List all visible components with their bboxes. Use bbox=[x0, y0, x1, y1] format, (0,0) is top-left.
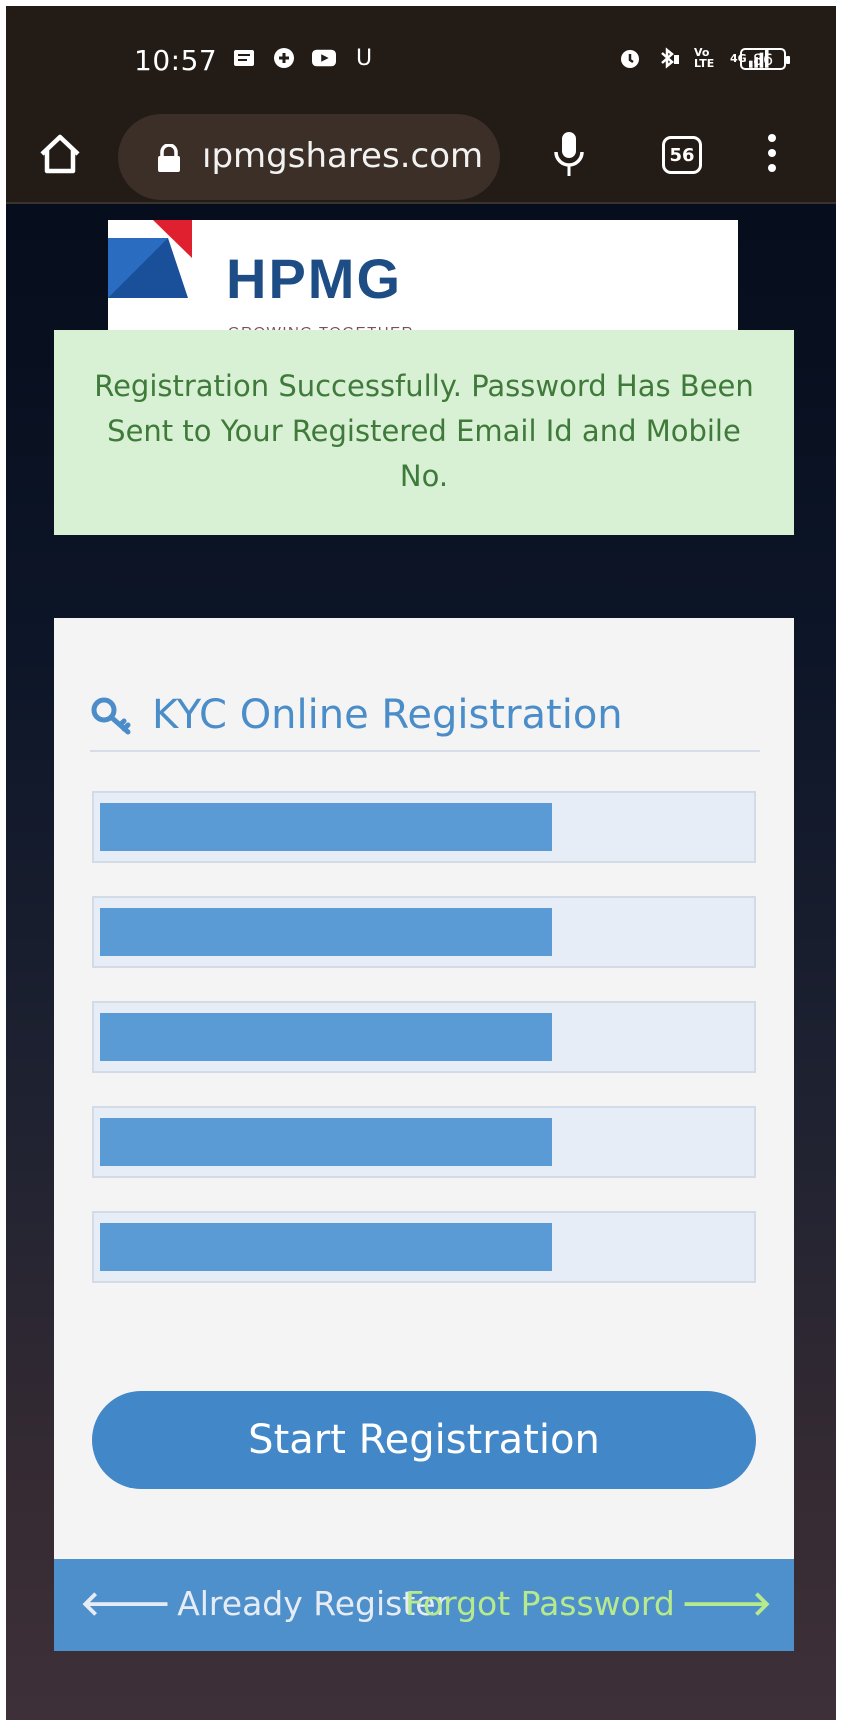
tab-count: 56 bbox=[669, 144, 695, 166]
bluetooth-icon bbox=[656, 46, 680, 70]
notification-icons: U bbox=[232, 45, 376, 71]
arrow-right-icon: 🡒 bbox=[680, 1584, 772, 1624]
field-value-1 bbox=[100, 803, 552, 851]
tab-switcher-button[interactable]: 56 bbox=[662, 136, 702, 174]
form-field-5[interactable] bbox=[92, 1211, 756, 1283]
form-field-3[interactable] bbox=[92, 1001, 756, 1073]
registration-card: KYC Online Registration Start Registrati… bbox=[54, 618, 794, 1559]
card-header: KYC Online Registration bbox=[90, 692, 760, 752]
message-icon bbox=[232, 46, 256, 70]
start-registration-button[interactable]: Start Registration bbox=[92, 1391, 756, 1489]
success-message: Registration Successfully. Password Has … bbox=[94, 369, 754, 493]
forgot-password-label: Forgot Password bbox=[405, 1584, 675, 1623]
u-icon: U bbox=[355, 45, 373, 71]
success-alert: Registration Successfully. Password Has … bbox=[54, 330, 794, 535]
form-field-1[interactable] bbox=[92, 791, 756, 863]
microphone-icon[interactable] bbox=[551, 130, 587, 180]
web-page: HPMG GROWING TOGETHER Registration Succe… bbox=[6, 204, 836, 1720]
field-value-5 bbox=[100, 1223, 552, 1271]
logo-brand-text: HPMG bbox=[226, 247, 402, 310]
browser-toolbar: ıpmgshares.com 56 bbox=[6, 106, 836, 204]
status-time: 10:57 bbox=[134, 44, 218, 77]
form-field-2[interactable] bbox=[92, 896, 756, 968]
key-icon bbox=[91, 697, 131, 735]
card-footer: 🡐 Already Register Forgot Password 🡒 bbox=[54, 1559, 794, 1651]
battery-icon: 86 bbox=[740, 48, 790, 70]
logo-mark-icon bbox=[108, 220, 192, 298]
already-register-link[interactable]: 🡐 Already Register bbox=[80, 1583, 449, 1624]
arrow-left-icon: 🡐 bbox=[80, 1584, 172, 1624]
phone-screen: 10:57 U Vo LTE 4G 86 ıpmgshares.com 56 H… bbox=[6, 6, 836, 1720]
url-text: ıpmgshares.com bbox=[202, 136, 484, 176]
lock-icon bbox=[156, 143, 182, 172]
field-value-3 bbox=[100, 1013, 552, 1061]
more-menu-icon[interactable] bbox=[762, 134, 782, 178]
alarm-icon bbox=[618, 46, 642, 70]
field-value-2 bbox=[100, 908, 552, 956]
field-value-4 bbox=[100, 1118, 552, 1166]
form-field-4[interactable] bbox=[92, 1106, 756, 1178]
home-icon[interactable] bbox=[36, 130, 84, 178]
battery-level: 86 bbox=[752, 49, 774, 69]
status-bar: 10:57 U Vo LTE 4G 86 bbox=[6, 6, 836, 106]
forgot-password-link[interactable]: Forgot Password 🡒 bbox=[405, 1583, 772, 1624]
volte-label: Vo LTE bbox=[694, 46, 715, 70]
youtube-icon bbox=[312, 46, 336, 70]
sync-icon bbox=[272, 46, 296, 70]
address-bar[interactable]: ıpmgshares.com bbox=[118, 114, 500, 200]
form-title: KYC Online Registration bbox=[152, 692, 623, 738]
